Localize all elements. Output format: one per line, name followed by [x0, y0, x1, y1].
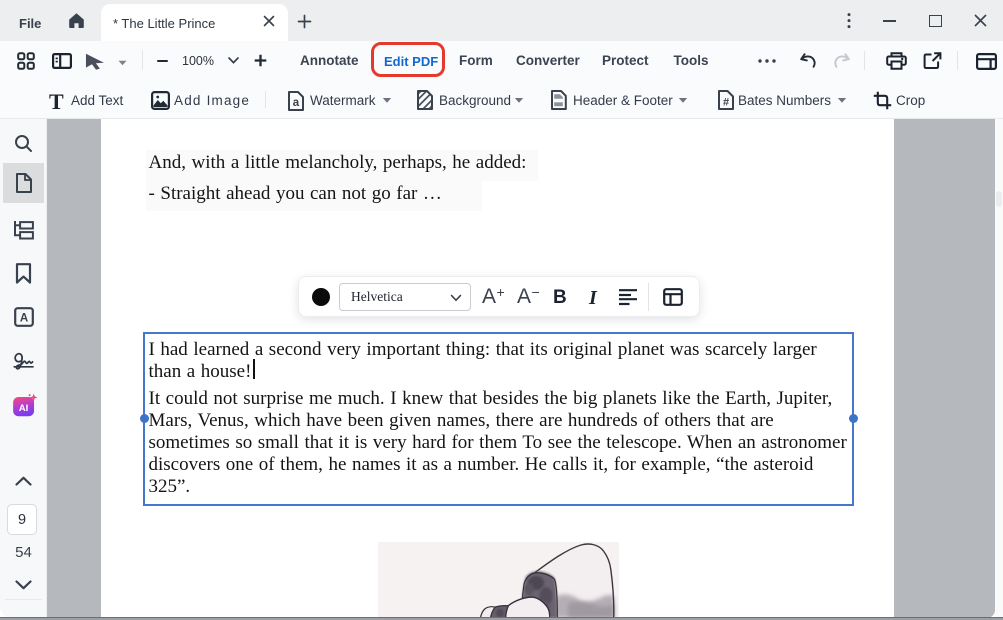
svg-text:AI: AI — [19, 403, 29, 414]
svg-text:A: A — [20, 312, 28, 324]
svg-text:#: # — [723, 97, 729, 109]
svg-text:a: a — [293, 97, 300, 109]
